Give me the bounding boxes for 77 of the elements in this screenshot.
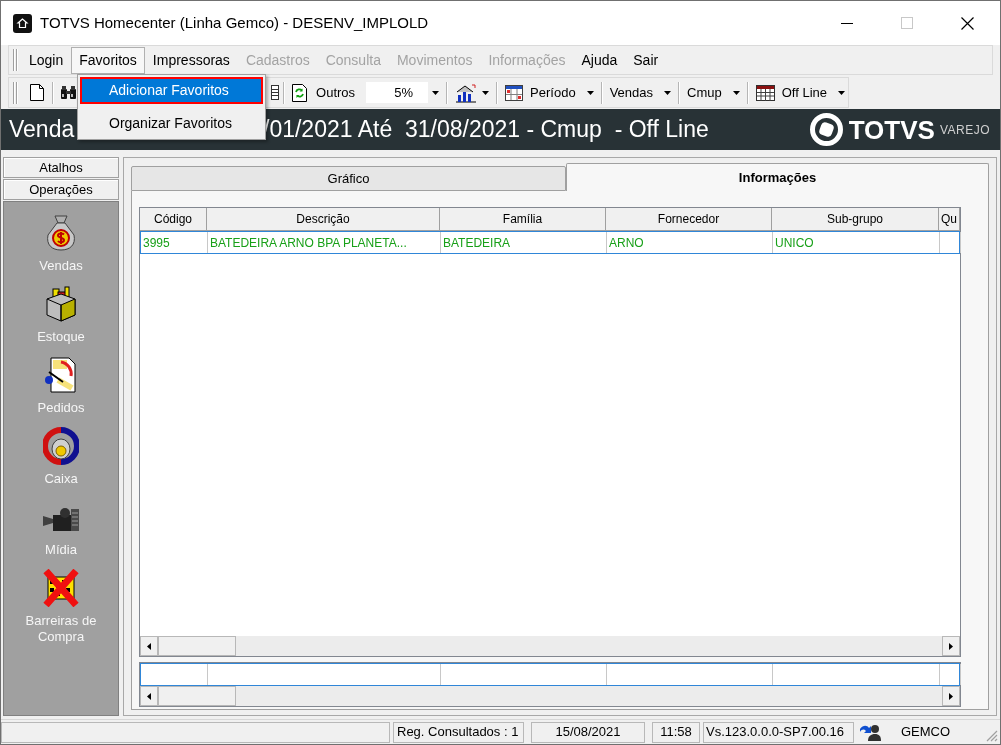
caret-icon bbox=[431, 90, 439, 95]
tab[interactable]: Gráfico bbox=[131, 166, 566, 191]
scrollbar-thumb[interactable] bbox=[158, 636, 236, 656]
menu-item[interactable]: Sair bbox=[625, 46, 667, 74]
menu-item[interactable]: Ajuda bbox=[573, 46, 626, 74]
table-cell: 3995 bbox=[141, 232, 208, 253]
column-header[interactable]: Sub-grupo bbox=[772, 208, 939, 231]
menu-item[interactable]: Favoritos bbox=[71, 46, 145, 74]
status-text: 11:58 bbox=[652, 721, 700, 743]
user-name: GEMCO bbox=[901, 723, 951, 742]
crossed-out-grid-icon bbox=[42, 569, 80, 607]
money-bag-icon bbox=[44, 214, 78, 252]
table-cell: BATEDEIRA ARNO BPA PLANETA... bbox=[208, 232, 441, 253]
caret-icon bbox=[838, 90, 845, 95]
left-arrow-icon bbox=[147, 642, 151, 650]
resize-grip-icon[interactable] bbox=[986, 730, 998, 742]
scroll-right-button[interactable] bbox=[942, 686, 960, 706]
grip-handle-icon[interactable] bbox=[13, 81, 18, 104]
table-icon bbox=[755, 84, 775, 101]
minimize-icon bbox=[841, 22, 853, 24]
calendar-icon bbox=[505, 84, 524, 101]
status-text: Vs.123.0.0.0-SP7.00.16 bbox=[703, 721, 854, 743]
table-cell: UNICO bbox=[773, 232, 940, 253]
scroll-right-button[interactable] bbox=[942, 636, 960, 656]
box-icon bbox=[44, 285, 78, 323]
refresh-icon bbox=[292, 83, 308, 102]
menu-option[interactable]: Organizar Favoritos bbox=[80, 110, 263, 137]
window-title: TOTVS Homecenter (Linha Gemco) - DESENV_IMPLOLD bbox=[40, 12, 429, 33]
report-title: /01/2021 Até 31/08/2021 - Cmup - Off Line bbox=[263, 115, 709, 145]
caret-icon bbox=[664, 90, 671, 95]
list-icon bbox=[271, 85, 280, 100]
document-icon bbox=[29, 84, 44, 101]
status-text: Reg. Consultados : 1 bbox=[393, 721, 524, 743]
sidebar-section-button[interactable]: Operações bbox=[3, 179, 119, 200]
caret-icon bbox=[586, 90, 594, 95]
right-arrow-icon bbox=[949, 642, 953, 650]
grip-handle-icon[interactable] bbox=[13, 49, 18, 71]
refresh-button[interactable]: Outros bbox=[289, 80, 359, 105]
binoculars-icon bbox=[59, 85, 77, 100]
tab[interactable]: Informações bbox=[566, 163, 989, 191]
dropdown-button[interactable]: Off Line bbox=[752, 80, 848, 105]
scroll-left-button[interactable] bbox=[140, 686, 158, 706]
horizontal-scrollbar[interactable] bbox=[140, 636, 960, 656]
caret-icon bbox=[482, 90, 490, 95]
caret-icon bbox=[732, 90, 740, 95]
logo-icon bbox=[809, 113, 843, 146]
menu-item[interactable]: Login bbox=[21, 46, 72, 74]
table-cell: BATEDEIRA bbox=[441, 232, 607, 253]
user-icon bbox=[859, 723, 881, 741]
close-icon bbox=[960, 16, 974, 30]
table-row[interactable]: 3995 BATEDEIRA ARNO BPA PLANETA... BATEDEIRA ARNO UNICO bbox=[140, 231, 960, 254]
column-header[interactable]: Fornecedor bbox=[606, 208, 772, 231]
app-icon bbox=[13, 13, 32, 33]
dropdown-button[interactable]: Vendas bbox=[606, 80, 674, 105]
left-arrow-icon bbox=[147, 692, 151, 700]
table-cell: ARNO bbox=[607, 232, 773, 253]
menu-option[interactable]: Adicionar Favoritos bbox=[80, 77, 263, 104]
brand-name: TOTVS bbox=[848, 116, 935, 143]
coin-ring-icon bbox=[43, 427, 79, 465]
bar-chart-icon bbox=[455, 82, 478, 103]
brand-subtitle: VAREJO bbox=[939, 121, 990, 139]
right-arrow-icon bbox=[949, 692, 953, 700]
document-pen-icon bbox=[43, 356, 79, 394]
scroll-left-button[interactable] bbox=[140, 636, 158, 656]
dropdown-button[interactable]: Período bbox=[502, 80, 597, 105]
dropdown-button[interactable]: Cmup bbox=[684, 80, 743, 105]
horizontal-scrollbar[interactable] bbox=[140, 686, 960, 706]
column-header[interactable]: Código bbox=[140, 208, 207, 231]
scrollbar-thumb[interactable] bbox=[158, 686, 236, 706]
menu-item[interactable]: Impressoras bbox=[144, 46, 238, 74]
column-header[interactable]: Família bbox=[440, 208, 606, 231]
sidebar-section-button[interactable]: Atalhos bbox=[3, 157, 119, 178]
column-header[interactable]: Qu bbox=[939, 208, 960, 231]
column-header[interactable]: Descrição bbox=[207, 208, 440, 231]
report-title: Venda bbox=[9, 115, 75, 145]
maximize-icon bbox=[901, 17, 913, 29]
status-text: 15/08/2021 bbox=[531, 721, 645, 743]
